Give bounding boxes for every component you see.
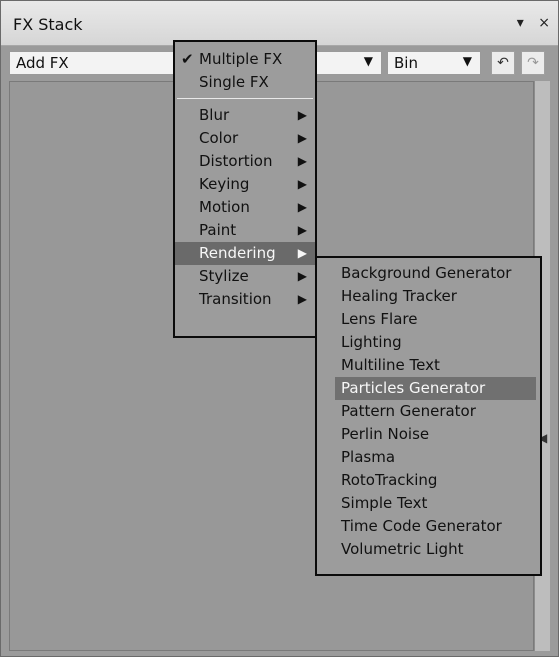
title-controls: ▾ × <box>507 15 550 31</box>
submenu-arrow-icon: ▶ <box>297 269 307 283</box>
submenu-item-multiline-text[interactable]: Multiline Text <box>317 354 540 377</box>
bin-dropdown[interactable]: Bin ▼ <box>387 51 481 75</box>
menu-item-multiple-fx[interactable]: ✔ Multiple FX <box>175 48 315 71</box>
redo-icon: ↷ <box>527 55 539 71</box>
menu-item-single-fx[interactable]: Single FX <box>175 71 315 94</box>
menu-item-label: Rendering <box>199 244 276 262</box>
submenu-arrow-icon: ▶ <box>297 200 307 214</box>
submenu-item-label: Multiline Text <box>341 356 440 374</box>
menu-item-label: Blur <box>199 106 230 124</box>
submenu-arrow-icon: ▶ <box>297 177 307 191</box>
menu-item-label: Multiple FX <box>199 50 283 68</box>
menu-item-label: Single FX <box>199 73 269 91</box>
submenu-item-label: Simple Text <box>341 494 428 512</box>
submenu-item-background-generator[interactable]: Background Generator <box>317 262 540 285</box>
submenu-item-label: Lens Flare <box>341 310 418 328</box>
submenu-item-lens-flare[interactable]: Lens Flare <box>317 308 540 331</box>
submenu-item-time-code-generator[interactable]: Time Code Generator <box>317 515 540 538</box>
menu-item-blur[interactable]: Blur ▶ <box>175 104 315 127</box>
menu-item-label: Transition <box>199 290 272 308</box>
menu-item-color[interactable]: Color ▶ <box>175 127 315 150</box>
submenu-item-label: Particles Generator <box>341 379 486 397</box>
submenu-item-plasma[interactable]: Plasma <box>317 446 540 469</box>
menu-item-paint[interactable]: Paint ▶ <box>175 219 315 242</box>
submenu-item-healing-tracker[interactable]: Healing Tracker <box>317 285 540 308</box>
close-icon[interactable]: × <box>538 15 550 31</box>
submenu-item-label: Healing Tracker <box>341 287 457 305</box>
add-fx-label: Add FX <box>16 54 69 72</box>
submenu-arrow-icon: ▶ <box>297 108 307 122</box>
chevron-down-icon: ▼ <box>363 54 373 68</box>
submenu-item-label: Plasma <box>341 448 396 466</box>
menu-item-distortion[interactable]: Distortion ▶ <box>175 150 315 173</box>
rendering-submenu: Background Generator Healing Tracker Len… <box>315 256 542 576</box>
panel-menu-icon[interactable]: ▾ <box>517 15 524 31</box>
submenu-item-label: RotoTracking <box>341 471 438 489</box>
menu-item-keying[interactable]: Keying ▶ <box>175 173 315 196</box>
submenu-arrow-icon: ▶ <box>297 154 307 168</box>
submenu-item-volumetric-light[interactable]: Volumetric Light <box>317 538 540 561</box>
menu-item-label: Distortion <box>199 152 273 170</box>
bin-label: Bin <box>394 54 418 72</box>
redo-button[interactable]: ↷ <box>521 51 545 75</box>
submenu-item-particles-generator[interactable]: Particles Generator <box>335 377 536 400</box>
submenu-item-label: Volumetric Light <box>341 540 464 558</box>
submenu-item-label: Background Generator <box>341 264 512 282</box>
menu-item-label: Keying <box>199 175 250 193</box>
submenu-item-label: Lighting <box>341 333 402 351</box>
submenu-item-rototracking[interactable]: RotoTracking <box>317 469 540 492</box>
undo-icon: ↶ <box>497 55 509 71</box>
menu-item-rendering[interactable]: Rendering ▶ <box>175 242 315 265</box>
menu-item-motion[interactable]: Motion ▶ <box>175 196 315 219</box>
submenu-item-pattern-generator[interactable]: Pattern Generator <box>317 400 540 423</box>
submenu-item-label: Perlin Noise <box>341 425 430 443</box>
submenu-item-label: Time Code Generator <box>341 517 502 535</box>
menu-separator <box>175 94 315 104</box>
menu-item-transition[interactable]: Transition ▶ <box>175 288 315 311</box>
panel-title: FX Stack <box>13 15 83 34</box>
menu-item-label: Paint <box>199 221 237 239</box>
menu-item-label: Stylize <box>199 267 249 285</box>
menu-item-label: Color <box>199 129 239 147</box>
undo-button[interactable]: ↶ <box>491 51 515 75</box>
submenu-arrow-icon: ▶ <box>297 131 307 145</box>
chevron-down-icon: ▼ <box>462 54 472 68</box>
submenu-arrow-icon: ▶ <box>297 292 307 306</box>
submenu-item-lighting[interactable]: Lighting <box>317 331 540 354</box>
menu-item-label: Motion <box>199 198 250 216</box>
checkmark-icon: ✔ <box>181 50 194 68</box>
submenu-arrow-icon: ▶ <box>297 223 307 237</box>
menu-item-stylize[interactable]: Stylize ▶ <box>175 265 315 288</box>
add-fx-menu: ✔ Multiple FX Single FX Blur ▶ Color ▶ D… <box>173 40 317 338</box>
submenu-arrow-icon: ▶ <box>297 246 307 260</box>
submenu-item-simple-text[interactable]: Simple Text <box>317 492 540 515</box>
submenu-item-label: Pattern Generator <box>341 402 476 420</box>
submenu-item-perlin-noise[interactable]: Perlin Noise <box>317 423 540 446</box>
